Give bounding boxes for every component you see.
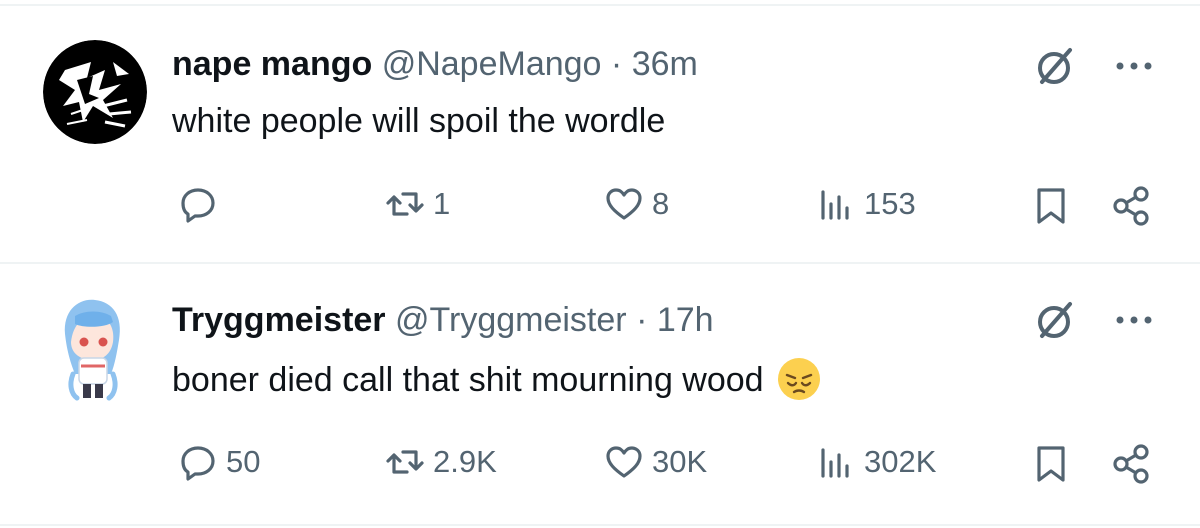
tweet-header: Tryggmeister @Tryggmeister · 17h — [172, 300, 714, 340]
views-count: 302K — [864, 444, 937, 479]
avatar[interactable] — [53, 294, 133, 404]
repost-button[interactable]: 2.9K — [385, 442, 497, 482]
reply-button[interactable] — [178, 184, 226, 224]
tweet[interactable]: nape mango @NapeMango · 36m white people… — [0, 0, 1200, 262]
timestamp[interactable]: 36m — [632, 45, 698, 83]
tweet-text-content: white people will spoil the wordle — [172, 102, 666, 140]
repost-count: 1 — [433, 186, 451, 221]
repost-count: 2.9K — [433, 444, 497, 479]
repost-button[interactable]: 1 — [385, 184, 450, 224]
bookmark-icon[interactable] — [1030, 443, 1072, 485]
bottom-divider — [0, 524, 1200, 526]
tweet-text: boner died call that shit mourning wood — [172, 357, 821, 401]
repost-icon — [386, 192, 424, 216]
share-icon[interactable] — [1110, 443, 1152, 485]
tryggmeister-avatar-image — [64, 299, 120, 401]
views-icon — [821, 190, 849, 220]
like-button[interactable]: 8 — [604, 184, 669, 224]
avatar[interactable] — [43, 40, 147, 144]
like-icon — [606, 188, 642, 220]
like-icon — [606, 446, 642, 478]
tweet-text: white people will spoil the wordle — [172, 101, 665, 141]
like-button[interactable]: 30K — [604, 442, 707, 482]
pensive-face-emoji — [777, 357, 821, 401]
separator: · — [610, 45, 623, 83]
like-count: 30K — [652, 444, 708, 479]
display-name[interactable]: nape mango — [172, 45, 372, 83]
repost-icon — [386, 450, 424, 474]
views-button[interactable]: 302K — [816, 442, 936, 482]
grok-icon[interactable] — [1030, 296, 1078, 344]
like-count: 8 — [652, 186, 670, 221]
bookmark-icon[interactable] — [1030, 185, 1072, 227]
views-icon — [821, 448, 849, 478]
reply-button[interactable]: 50 — [178, 442, 260, 482]
more-icon[interactable] — [1112, 310, 1156, 330]
timestamp[interactable]: 17h — [657, 301, 714, 339]
separator: · — [636, 301, 648, 339]
share-icon[interactable] — [1110, 185, 1152, 227]
views-count: 153 — [864, 186, 916, 221]
nape-mango-avatar-image — [43, 40, 147, 144]
tweet[interactable]: Tryggmeister @Tryggmeister · 17h boner d… — [0, 264, 1200, 528]
display-name[interactable]: Tryggmeister — [172, 301, 386, 339]
grok-icon[interactable] — [1030, 42, 1078, 90]
tweet-text-content: boner died call that shit mourning wood — [172, 361, 764, 399]
more-icon[interactable] — [1112, 56, 1156, 76]
reply-count: 50 — [226, 444, 261, 479]
views-button[interactable]: 153 — [816, 184, 916, 224]
handle[interactable]: @Tryggmeister — [395, 301, 627, 339]
handle[interactable]: @NapeMango — [382, 45, 602, 83]
reply-icon — [181, 188, 215, 223]
reply-icon — [181, 446, 215, 481]
tweet-header: nape mango @NapeMango · 36m — [172, 44, 698, 84]
